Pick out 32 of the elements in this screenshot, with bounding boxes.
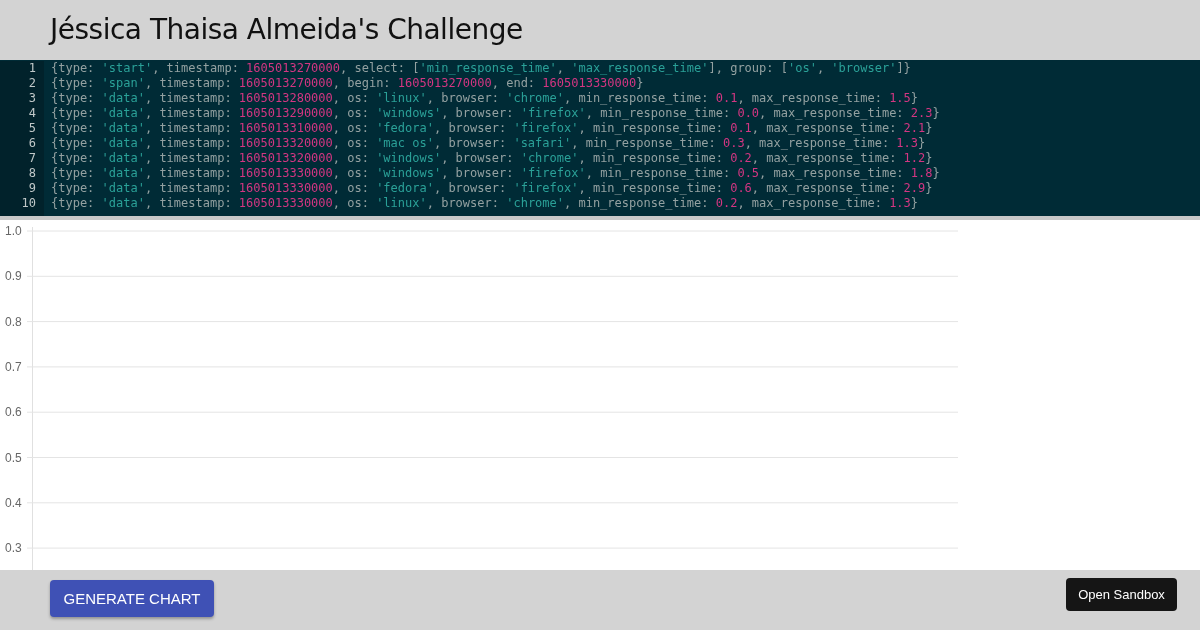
- code-line: {type: 'data', timestamp: 1605013330000, os: 'linux', browser: 'chrome', min_response_time: 0.2, max_response_time: 1.3}: [51, 195, 920, 211]
- y-tick-label: 0.3: [5, 541, 22, 556]
- page-title: Jéssica Thaisa Almeida's Challenge: [50, 13, 523, 47]
- code-line: {type: 'data', timestamp: 1605013320000, os: 'windows', browser: 'chrome', min_response_time: 0.2, max_response_time: 1.2}: [51, 150, 934, 166]
- line-number: 5: [27, 120, 37, 136]
- line-number: 8: [27, 165, 37, 181]
- code-line: {type: 'start', timestamp: 1605013270000, select: ['min_response_time', 'max_response_time'], group: ['os', 'browser']}: [51, 60, 912, 76]
- y-tick-label: 0.7: [5, 360, 22, 375]
- line-number: 6: [27, 135, 37, 151]
- code-line: {type: 'data', timestamp: 1605013320000, os: 'mac os', browser: 'safari', min_response_time: 0.3, max_response_time: 1.3}: [51, 135, 927, 151]
- open-sandbox-button[interactable]: Open Sandbox: [1066, 578, 1177, 612]
- y-tick-label: 0.4: [5, 496, 22, 510]
- line-number: 4: [27, 105, 37, 121]
- line-number: 3: [27, 90, 37, 106]
- code-line: {type: 'data', timestamp: 1605013310000, os: 'fedora', browser: 'firefox', min_response_time: 0.1, max_response_time: 2.1}: [51, 120, 934, 136]
- code-line: {type: 'data', timestamp: 1605013290000, os: 'windows', browser: 'firefox', min_response_time: 0.0, max_response_time: 2.3}: [51, 105, 940, 121]
- code-line: {type: 'data', timestamp: 1605013330000, os: 'fedora', browser: 'firefox', min_response_time: 0.6, max_response_time: 2.9}: [51, 180, 934, 196]
- line-number: 1: [27, 60, 37, 76]
- generate-chart-button[interactable]: GENERATE CHART: [50, 580, 214, 618]
- y-tick-label: 0.6: [5, 405, 22, 420]
- line-number: 7: [27, 150, 37, 166]
- code-line: {type: 'span', timestamp: 1605013270000, begin: 1605013270000, end: 1605013330000}: [51, 75, 645, 91]
- y-tick-label: 0.9: [5, 269, 22, 284]
- line-number: 10: [20, 195, 37, 211]
- code-line: {type: 'data', timestamp: 1605013330000, os: 'windows', browser: 'firefox', min_response_time: 0.5, max_response_time: 1.8}: [51, 165, 940, 181]
- y-tick-label: 0.5: [5, 450, 22, 465]
- code-line: {type: 'data', timestamp: 1605013280000, os: 'linux', browser: 'chrome', min_response_time: 0.1, max_response_time: 1.5}: [51, 90, 920, 106]
- code-editor[interactable]: [0, 59, 1200, 221]
- line-number: 2: [27, 75, 37, 91]
- line-number: 9: [27, 180, 37, 196]
- y-tick-label: 0.8: [5, 314, 22, 329]
- y-tick-label: 1.0: [5, 224, 22, 239]
